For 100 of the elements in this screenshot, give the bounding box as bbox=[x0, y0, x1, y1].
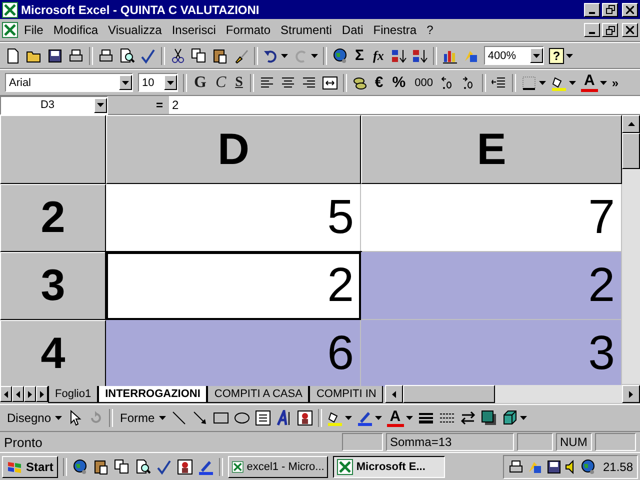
indent-icon[interactable] bbox=[490, 74, 507, 90]
menu-item[interactable]: File bbox=[20, 23, 48, 37]
formula-field[interactable]: 2 bbox=[169, 96, 640, 114]
dropdown-caret-icon[interactable] bbox=[520, 416, 527, 420]
rectangle-icon[interactable] bbox=[212, 410, 229, 426]
table-cell[interactable]: 3 bbox=[361, 320, 622, 388]
dropdown-caret-icon[interactable] bbox=[281, 54, 288, 58]
dropdown-arrow-icon[interactable] bbox=[532, 54, 540, 58]
row-header[interactable]: 4 bbox=[0, 320, 106, 388]
dropdown-caret-icon[interactable] bbox=[311, 54, 318, 58]
line-style-icon[interactable] bbox=[418, 410, 434, 426]
ellipse-icon[interactable] bbox=[234, 410, 250, 426]
magnifier-icon[interactable] bbox=[135, 458, 152, 474]
autosum-button[interactable]: Σ bbox=[353, 46, 366, 66]
dropdown-caret-icon[interactable] bbox=[55, 416, 62, 420]
dropdown-arrow-icon[interactable] bbox=[167, 80, 174, 84]
sheet-nav-button[interactable] bbox=[36, 386, 48, 402]
align-center-icon[interactable] bbox=[280, 74, 296, 90]
row-header[interactable]: 3 bbox=[0, 252, 106, 320]
select-all-button[interactable] bbox=[0, 115, 106, 184]
sheet-tab[interactable]: COMPITI IN bbox=[309, 386, 384, 402]
table-cell[interactable]: 6 bbox=[106, 320, 361, 388]
dropdown-arrow-icon[interactable] bbox=[97, 103, 104, 107]
scroll-left-button[interactable] bbox=[385, 385, 404, 403]
menu-item[interactable]: Formato bbox=[222, 23, 275, 37]
dropdown-arrow-icon[interactable] bbox=[122, 80, 129, 84]
merge-cells-icon[interactable] bbox=[322, 74, 338, 90]
menu-item[interactable]: Visualizza bbox=[104, 23, 166, 37]
column-header[interactable]: E bbox=[361, 115, 622, 184]
paintbrush-icon[interactable] bbox=[233, 48, 249, 64]
sheet-nav-button[interactable] bbox=[0, 386, 12, 402]
sheet-tab[interactable]: INTERROGAZIONI bbox=[98, 386, 208, 402]
taskbar-button[interactable]: excel1 - Micro... bbox=[228, 456, 328, 478]
align-left-icon[interactable] bbox=[258, 74, 275, 90]
font-color-button[interactable]: A bbox=[386, 409, 404, 427]
percent-button[interactable]: % bbox=[390, 72, 408, 92]
vertical-scrollbar[interactable] bbox=[622, 115, 640, 384]
thousands-button[interactable]: 000 bbox=[412, 72, 435, 92]
italic-button[interactable]: C bbox=[213, 72, 228, 92]
table-cell[interactable]: 2 bbox=[106, 252, 361, 320]
save-icon[interactable] bbox=[47, 48, 63, 64]
table-cell[interactable]: 7 bbox=[361, 184, 622, 252]
close-button[interactable] bbox=[622, 2, 638, 16]
undo-arrow-icon[interactable] bbox=[263, 48, 279, 64]
dropdown-caret-icon[interactable] bbox=[568, 80, 576, 84]
name-box[interactable]: D3 bbox=[0, 96, 108, 114]
pen-icon[interactable] bbox=[356, 410, 373, 426]
scroll-thumb[interactable] bbox=[622, 133, 640, 169]
start-button[interactable]: Start bbox=[2, 456, 58, 478]
minimize-button[interactable] bbox=[584, 23, 600, 37]
globe-icon[interactable] bbox=[580, 458, 596, 474]
paint-bucket-icon[interactable] bbox=[550, 74, 567, 90]
shadow-square-icon[interactable] bbox=[480, 410, 497, 426]
borders-icon[interactable] bbox=[520, 74, 537, 90]
menu-item[interactable]: Modifica bbox=[49, 23, 102, 37]
align-right-icon[interactable] bbox=[300, 74, 317, 90]
minimize-button[interactable] bbox=[584, 2, 600, 16]
help-button[interactable]: ? bbox=[548, 48, 564, 64]
dropdown-caret-icon[interactable] bbox=[406, 416, 413, 420]
magnifier-icon[interactable] bbox=[119, 48, 135, 64]
menu-item[interactable]: Dati bbox=[338, 23, 368, 37]
copy-icon[interactable] bbox=[191, 48, 207, 64]
printer-icon[interactable] bbox=[508, 458, 524, 474]
font-dropdown[interactable]: Arial bbox=[5, 73, 133, 92]
word-art-icon[interactable] bbox=[276, 410, 292, 426]
menu-item[interactable]: ? bbox=[422, 23, 438, 37]
euro-button[interactable]: € bbox=[372, 72, 386, 92]
text-box-icon[interactable] bbox=[254, 410, 271, 426]
arrow-icon[interactable] bbox=[192, 410, 208, 426]
horizontal-scrollbar[interactable] bbox=[385, 385, 640, 403]
globe-icon[interactable] bbox=[332, 48, 348, 64]
checkmark-icon[interactable] bbox=[156, 458, 172, 474]
font-color-button[interactable]: A bbox=[580, 74, 598, 92]
bold-button[interactable]: G bbox=[192, 72, 208, 92]
new-document-icon[interactable] bbox=[5, 48, 21, 64]
dropdown-caret-icon[interactable] bbox=[600, 80, 607, 84]
font-size-dropdown[interactable]: 10 bbox=[138, 73, 178, 92]
copy-icon[interactable] bbox=[114, 458, 130, 474]
menu-item[interactable]: Inserisci bbox=[168, 23, 220, 37]
function-button[interactable]: fx bbox=[371, 46, 386, 66]
scissors-icon[interactable] bbox=[170, 48, 186, 64]
underline-button[interactable]: S bbox=[233, 72, 245, 92]
table-cell[interactable]: 2 bbox=[361, 252, 622, 320]
clipboard-icon[interactable] bbox=[212, 48, 228, 64]
shapes-menu-button[interactable]: Forme bbox=[118, 408, 157, 428]
clip-art-icon[interactable] bbox=[296, 410, 313, 426]
dropdown-caret-icon[interactable] bbox=[538, 80, 546, 84]
pen-icon[interactable] bbox=[198, 458, 214, 474]
scroll-up-button[interactable] bbox=[622, 115, 640, 133]
line-icon[interactable] bbox=[170, 410, 187, 426]
menu-item[interactable]: Strumenti bbox=[276, 23, 336, 37]
row-header[interactable]: 2 bbox=[0, 184, 106, 252]
checkmark-icon[interactable] bbox=[140, 48, 156, 64]
taskbar-button[interactable]: Microsoft E... bbox=[333, 456, 446, 478]
save-icon[interactable] bbox=[546, 458, 562, 474]
sheet-nav-button[interactable] bbox=[24, 386, 36, 402]
menu-item[interactable]: Finestra bbox=[369, 23, 421, 37]
currency-icon[interactable] bbox=[352, 74, 368, 90]
cube-icon[interactable] bbox=[502, 410, 518, 426]
column-header[interactable]: D bbox=[106, 115, 361, 184]
